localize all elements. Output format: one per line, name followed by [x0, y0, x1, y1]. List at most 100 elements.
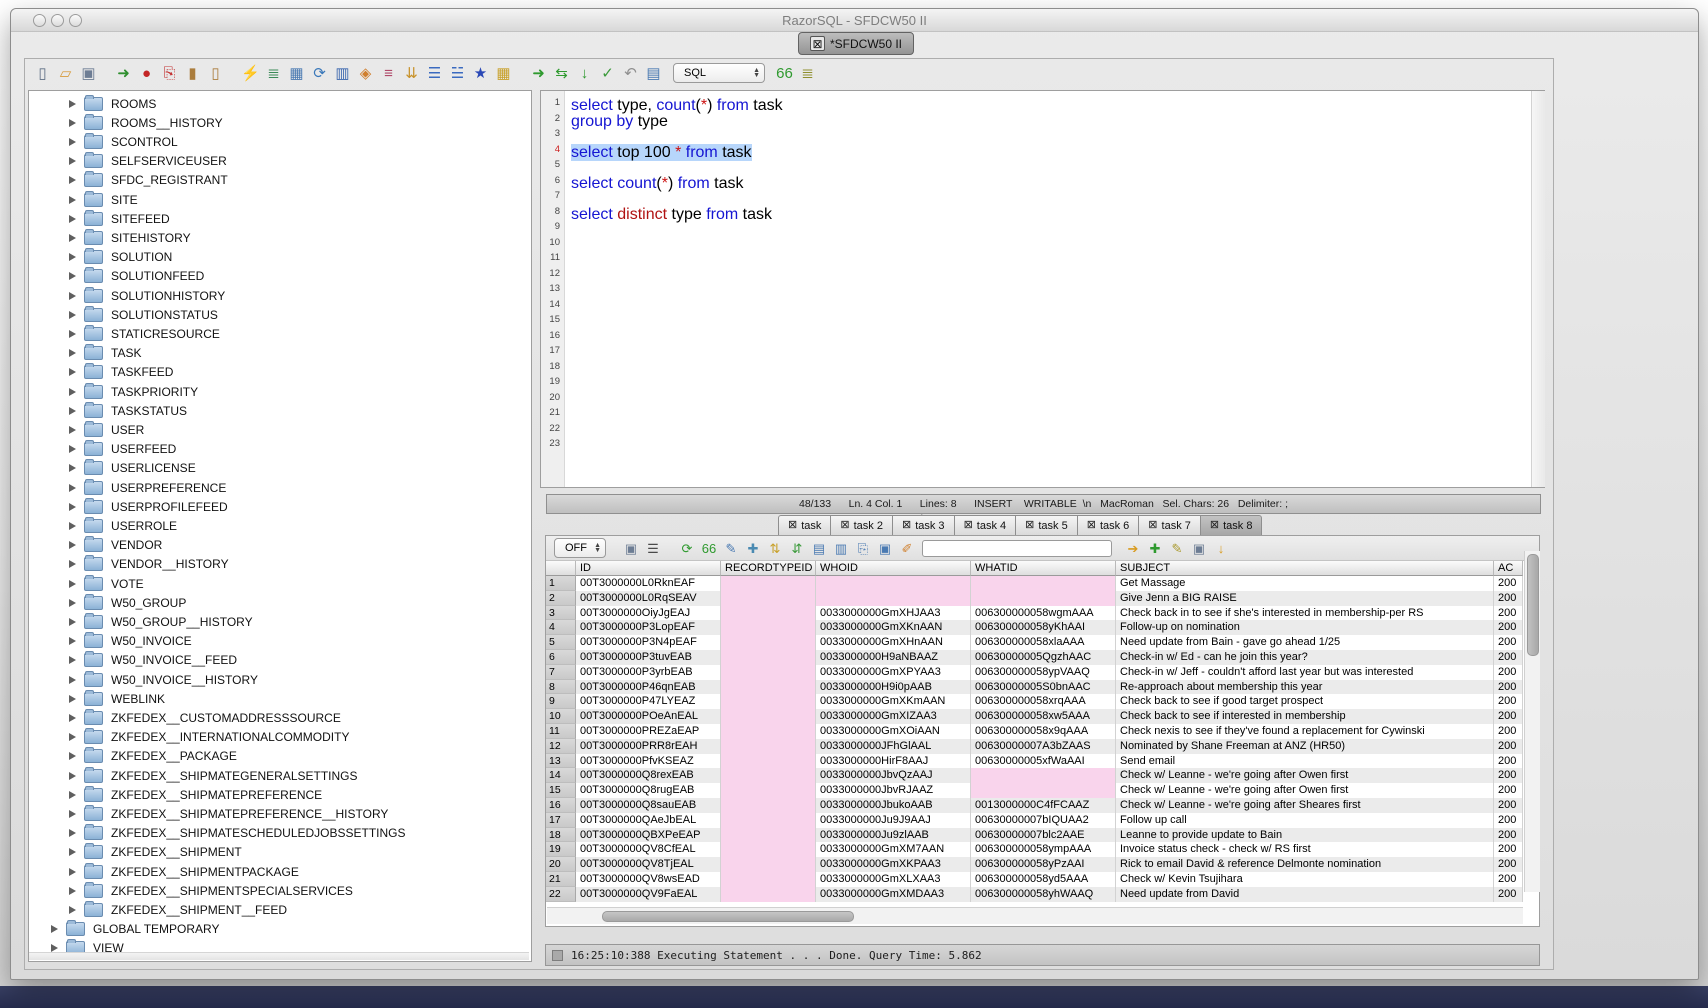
disclosure-triangle-icon[interactable]	[69, 618, 76, 626]
grid-cell[interactable]: 00T3000000PRR8rEAH	[576, 739, 721, 754]
edit-row-button[interactable]: ✎	[721, 539, 741, 558]
grid-cell[interactable]	[721, 665, 816, 680]
sidebar-item-vote[interactable]: VOTE	[69, 574, 144, 593]
window-titlebar[interactable]: RazorSQL - SFDCW50 II	[11, 9, 1698, 32]
fetch-next-button[interactable]: ↓	[574, 63, 595, 83]
sidebar-item-w50-group[interactable]: W50_GROUP	[69, 593, 186, 612]
grid-cell[interactable]: 0033000000GmXLXAA3	[816, 872, 971, 887]
reference-book-button[interactable]: ◈	[355, 63, 376, 83]
grid-cell[interactable]	[971, 576, 1116, 591]
disclosure-triangle-icon[interactable]	[69, 580, 76, 588]
disclosure-triangle-icon[interactable]	[69, 599, 76, 607]
grid-cell[interactable]: 00T3000000P47LYEAZ	[576, 694, 721, 709]
table-row[interactable]: 1000T3000000POeAnEAL0033000000GmXIZAA300…	[546, 709, 1523, 724]
sidebar-item-zkfedex-internationalcommodity[interactable]: ZKFEDEX__INTERNATIONALCOMMODITY	[69, 728, 349, 747]
grid-cell[interactable]	[971, 783, 1116, 798]
table-row[interactable]: 600T3000000P3tuvEAB0033000000H9aNBAAZ006…	[546, 650, 1523, 665]
grid-cell[interactable]	[721, 606, 816, 621]
sidebar-item-vendor[interactable]: VENDOR	[69, 536, 162, 555]
disconnect-db-button[interactable]: ●	[136, 63, 157, 83]
grid-cell[interactable]: 0033000000JFhGlAAL	[816, 739, 971, 754]
create-object-button[interactable]: ▮	[182, 63, 203, 83]
grid-cell[interactable]	[721, 754, 816, 769]
copy-table-button[interactable]: ⎘	[159, 63, 180, 83]
guide-book-button[interactable]: ▥	[332, 63, 353, 83]
commit-button[interactable]: ✓	[597, 63, 618, 83]
grid-cell[interactable]	[721, 842, 816, 857]
disclosure-triangle-icon[interactable]	[69, 330, 76, 338]
disclosure-triangle-icon[interactable]	[69, 887, 76, 895]
grid-cell[interactable]: Check w/ Leanne - we're going after Shea…	[1116, 798, 1494, 813]
sidebar-item-zkfedex-shipment[interactable]: ZKFEDEX__SHIPMENT	[69, 843, 242, 862]
disclosure-triangle-icon[interactable]	[69, 311, 76, 319]
grid-cell[interactable]: 006300000058xlaAAA	[971, 635, 1116, 650]
copy-rows-button[interactable]: ⎘	[853, 539, 873, 558]
table-row[interactable]: 1300T3000000PfvKSEAZ0033000000HirF8AAJ00…	[546, 754, 1523, 769]
sidebar-item-w50-invoice-feed[interactable]: W50_INVOICE__FEED	[69, 651, 237, 670]
sidebar-item-w50-invoice-history[interactable]: W50_INVOICE__HISTORY	[69, 670, 258, 689]
sidebar-item-userlicense[interactable]: USERLICENSE	[69, 459, 196, 478]
grid-cell[interactable]: 00T3000000L0RqSEAV	[576, 591, 721, 606]
grid-cell[interactable]: Invoice status check - check w/ RS first	[1116, 842, 1494, 857]
disclosure-triangle-icon[interactable]	[51, 925, 58, 933]
tab-close-icon[interactable]: ⊠	[840, 520, 849, 531]
disclosure-triangle-icon[interactable]	[69, 637, 76, 645]
grid-cell[interactable]	[721, 798, 816, 813]
disclosure-triangle-icon[interactable]	[69, 829, 76, 837]
sidebar-item-zkfedex-shipmentpackage[interactable]: ZKFEDEX__SHIPMENTPACKAGE	[69, 862, 299, 881]
disclosure-triangle-icon[interactable]	[69, 445, 76, 453]
grid-cell[interactable]: Re-approach about membership this year	[1116, 680, 1494, 695]
grid-cell[interactable]: 200	[1494, 650, 1523, 665]
document-tab-close-icon[interactable]: ⊠	[810, 36, 825, 51]
grid-cell[interactable]: Leanne to provide update to Bain	[1116, 828, 1494, 843]
grid-cell[interactable]: 200	[1494, 768, 1523, 783]
grid-cell[interactable]: Rick to email David & reference Delmonte…	[1116, 857, 1494, 872]
view-row-button[interactable]: 66	[699, 539, 719, 558]
save-file-button[interactable]: ▣	[78, 63, 99, 83]
grid-cell[interactable]: Check back to see if good target prospec…	[1116, 694, 1494, 709]
grid-cell[interactable]: 00T3000000POeAnEAL	[576, 709, 721, 724]
disclosure-triangle-icon[interactable]	[69, 215, 76, 223]
grid-cell[interactable]: 200	[1494, 739, 1523, 754]
grid-cell[interactable]: 00T3000000QV8TjEAL	[576, 857, 721, 872]
disclosure-triangle-icon[interactable]	[69, 138, 76, 146]
sidebar-item-sfdc-registrant[interactable]: SFDC_REGISTRANT	[69, 171, 228, 190]
sidebar-item-zkfedex-shipmatescheduledjobssettings[interactable]: ZKFEDEX__SHIPMATESCHEDULEDJOBSSETTINGS	[69, 824, 406, 843]
disclosure-triangle-icon[interactable]	[69, 253, 76, 261]
download-results-button[interactable]: ↓	[1211, 539, 1231, 558]
grid-cell[interactable]: 200	[1494, 709, 1523, 724]
grid-vscrollbar-thumb[interactable]	[1527, 554, 1539, 656]
sidebar-item-zkfedex-shipmentspecialservices[interactable]: ZKFEDEX__SHIPMENTSPECIALSERVICES	[69, 881, 353, 900]
grid-cell[interactable]: 00T3000000L0RknEAF	[576, 576, 721, 591]
grid-cell[interactable]: Nominated by Shane Freeman at ANZ (HR50)	[1116, 739, 1494, 754]
columns-view-button[interactable]: ▤	[809, 539, 829, 558]
form-view-button[interactable]: ▥	[831, 539, 851, 558]
update-row-button[interactable]: ⇅	[765, 539, 785, 558]
grid-cell[interactable]: 200	[1494, 724, 1523, 739]
align-left-button[interactable]: ☰	[424, 63, 445, 83]
grid-cell[interactable]: 200	[1494, 798, 1523, 813]
grid-cell[interactable]: 0033000000HirF8AAJ	[816, 754, 971, 769]
grid-cell[interactable]: 0033000000GmXKPAA3	[816, 857, 971, 872]
grid-cell[interactable]	[721, 694, 816, 709]
grid-cell[interactable]: 0033000000GmXKnAAN	[816, 620, 971, 635]
grid-cell[interactable]: Get Massage	[1116, 576, 1494, 591]
grid-cell[interactable]: Need update from Bain - gave go ahead 1/…	[1116, 635, 1494, 650]
disclosure-triangle-icon[interactable]	[69, 368, 76, 376]
grid-cell[interactable]: 00T3000000P46qnEAB	[576, 680, 721, 695]
grid-hscrollbar[interactable]	[547, 907, 1523, 924]
sidebar-item-staticresource[interactable]: STATICRESOURCE	[69, 324, 220, 343]
format-sql-button[interactable]: ☱	[447, 63, 468, 83]
grid-cell[interactable]: 006300000058yhWAAQ	[971, 887, 1116, 902]
grid-cell[interactable]: 0033000000Ju9J9AAJ	[816, 813, 971, 828]
grid-cell[interactable]: 00630000005QgzhAAC	[971, 650, 1116, 665]
grid-cell[interactable]: 00630000005xfWaAAI	[971, 754, 1116, 769]
open-file-button[interactable]: ▱	[55, 63, 76, 83]
tab-close-icon[interactable]: ⊠	[1087, 520, 1096, 531]
column-header-ac[interactable]: AC	[1494, 561, 1523, 576]
grid-cell[interactable]: 200	[1494, 635, 1523, 650]
editor-code-line[interactable]: group by type	[571, 113, 668, 131]
favorites-star-button[interactable]: ★	[470, 63, 491, 83]
refresh-results-button[interactable]: ⟳	[677, 539, 697, 558]
sidebar-item-userpreference[interactable]: USERPREFERENCE	[69, 478, 226, 497]
